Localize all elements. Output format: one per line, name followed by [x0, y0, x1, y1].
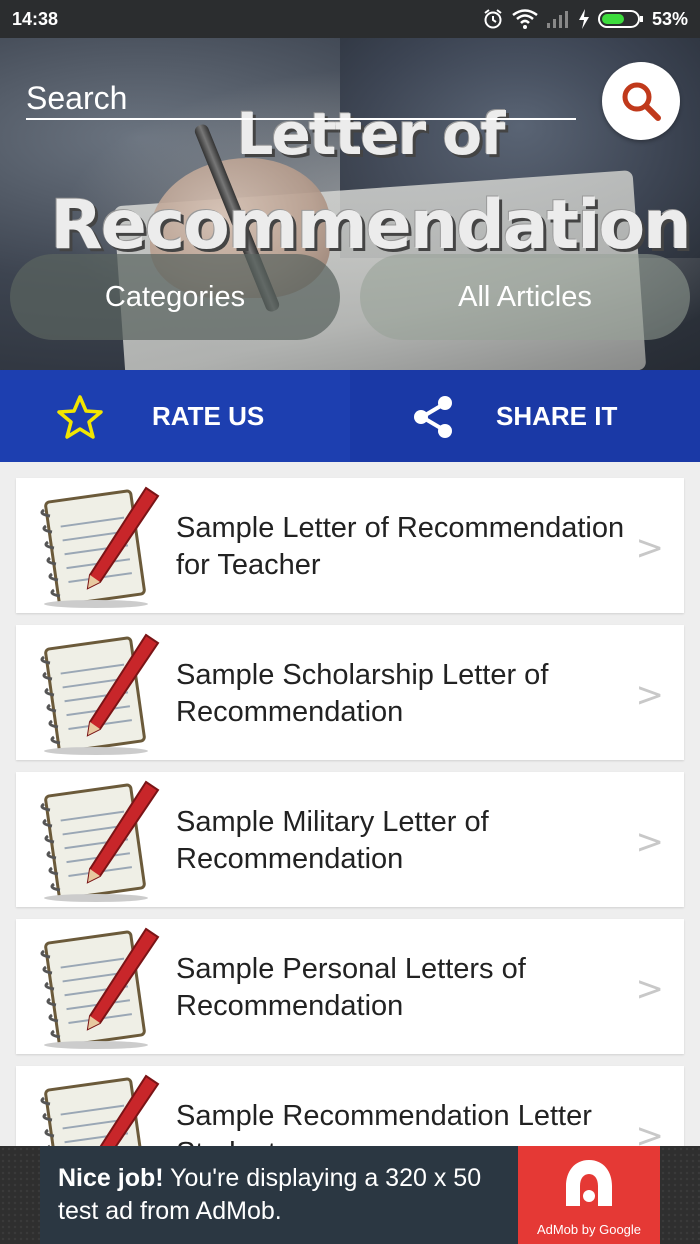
wifi-icon	[512, 9, 538, 29]
status-bar: 14:38 53%	[0, 0, 700, 38]
battery-icon	[597, 10, 643, 28]
charging-icon	[578, 9, 589, 29]
notepad-pencil-icon	[40, 633, 160, 755]
admob-icon	[566, 1160, 612, 1206]
search-button[interactable]	[602, 62, 680, 140]
admob-label: AdMob by Google	[536, 1222, 642, 1237]
star-icon	[57, 395, 103, 439]
share-it-label: SHARE IT	[496, 400, 618, 431]
rate-us-label: RATE US	[152, 400, 265, 431]
ad-content[interactable]: Nice job! You're displaying a 320 x 50 t…	[40, 1146, 660, 1244]
search-bar	[26, 78, 576, 120]
share-icon	[414, 396, 452, 438]
article-list: Sample Letter of Recommendation for Teac…	[16, 478, 684, 1213]
share-it-button[interactable]: SHARE IT	[350, 370, 700, 462]
notepad-pencil-icon	[40, 780, 160, 902]
alarm-icon	[484, 9, 502, 29]
list-item[interactable]: Sample Scholarship Letter of Recommendat…	[16, 625, 684, 760]
admob-logo: AdMob by Google	[518, 1146, 660, 1244]
chevron-right-icon: >	[635, 822, 665, 862]
ad-banner[interactable]: Nice job! You're displaying a 320 x 50 t…	[0, 1146, 700, 1244]
ad-text: Nice job! You're displaying a 320 x 50 t…	[58, 1162, 528, 1228]
search-icon	[622, 82, 661, 121]
signal-icon	[546, 11, 568, 28]
ad-headline: Nice job!	[58, 1164, 164, 1192]
list-item[interactable]: Sample Letter of Recommendation for Teac…	[16, 478, 684, 613]
article-title: Sample Military Letter of Recommendation	[176, 806, 489, 875]
header-banner: Letter of Recommendation Categories All …	[0, 38, 700, 370]
chevron-right-icon: >	[635, 528, 665, 568]
chevron-right-icon: >	[635, 675, 665, 715]
notepad-pencil-icon	[40, 927, 160, 1049]
all-articles-button[interactable]: All Articles	[360, 254, 690, 340]
rate-us-button[interactable]: RATE US	[0, 370, 350, 462]
list-item[interactable]: Sample Military Letter of Recommendation…	[16, 772, 684, 907]
notepad-pencil-icon	[40, 486, 160, 608]
search-input[interactable]	[26, 78, 576, 118]
list-item[interactable]: Sample Personal Letters of Recommendatio…	[16, 919, 684, 1054]
battery-percent: 53%	[651, 8, 688, 29]
status-time: 14:38	[12, 9, 59, 29]
article-title: Sample Letter of Recommendation for Teac…	[176, 512, 625, 581]
action-bar: RATE US SHARE IT	[0, 370, 700, 462]
categories-button[interactable]: Categories	[10, 254, 340, 340]
article-title: Sample Scholarship Letter of Recommendat…	[176, 659, 549, 728]
article-title: Sample Personal Letters of Recommendatio…	[176, 953, 526, 1022]
chevron-right-icon: >	[635, 969, 665, 1009]
